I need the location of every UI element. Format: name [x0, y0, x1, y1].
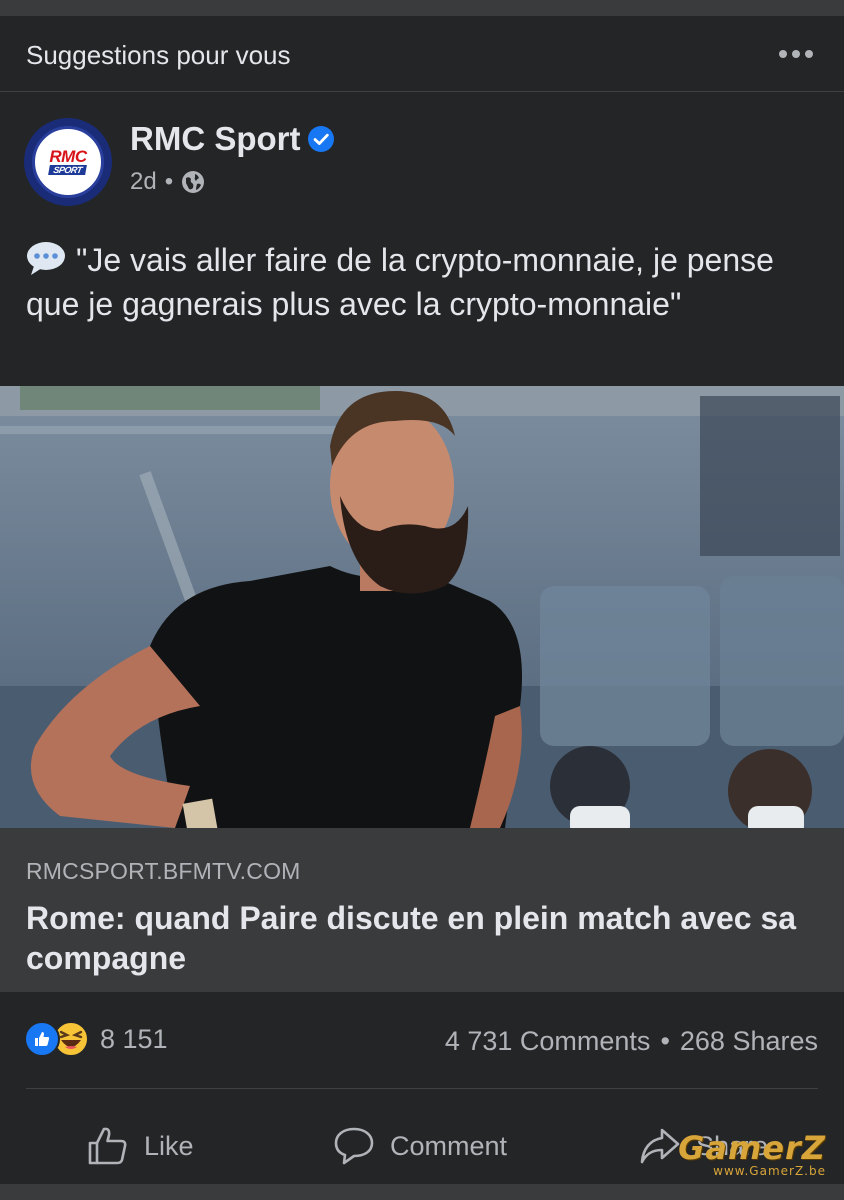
like-label: Like [144, 1130, 194, 1161]
speech-balloon-icon [27, 242, 65, 275]
post-body: "Je vais aller faire de la crypto-monnai… [26, 242, 774, 322]
actions-divider [26, 1088, 818, 1089]
page-name-row: RMC Sport [130, 120, 335, 158]
watermark-main: GamerZ [678, 1129, 826, 1167]
globe-icon[interactable] [181, 170, 205, 194]
link-preview[interactable]: RMCSPORT.BFMTV.COM Rome: quand Paire dis… [0, 828, 844, 992]
like-reaction-icon [24, 1021, 60, 1057]
post-timestamp[interactable]: 2d [130, 168, 157, 196]
tennis-player-photo [0, 386, 844, 828]
page-name[interactable]: RMC Sport [130, 120, 300, 158]
link-title: Rome: quand Paire discute en plein match… [26, 900, 797, 976]
reactions-summary[interactable]: 8 151 [24, 1020, 168, 1058]
comments-count[interactable]: 4 731 Comments [445, 1026, 651, 1057]
more-options-button[interactable] [776, 46, 816, 62]
share-arrow-icon [640, 1128, 680, 1164]
rmc-sport-logo: RMC SPORT [32, 126, 104, 198]
meta-separator: • [164, 168, 174, 195]
post-card: Suggestions pour vous RMC SPORT RMC Spor… [0, 16, 844, 1184]
engagement-stats: 8 151 4 731 Comments • 268 Shares [0, 1014, 844, 1066]
reaction-count: 8 151 [100, 1023, 168, 1054]
post-text: "Je vais aller faire de la crypto-monnai… [26, 238, 806, 326]
bottom-separator [0, 1184, 844, 1200]
stats-separator: • [660, 1026, 670, 1056]
thumbs-up-icon [88, 1127, 127, 1165]
top-separator [0, 0, 844, 16]
comment-bubble-icon [334, 1127, 374, 1165]
comments-shares-summary: 4 731 Comments • 268 Shares [445, 1026, 818, 1057]
comment-label: Comment [390, 1130, 508, 1161]
suggestions-header: Suggestions pour vous [0, 16, 844, 92]
link-domain: RMCSPORT.BFMTV.COM [26, 858, 301, 884]
like-button[interactable]: Like [86, 1124, 194, 1168]
ellipsis-icon [779, 50, 787, 58]
gamerz-watermark: GamerZ www.GamerZ.be [678, 1132, 826, 1178]
comment-button[interactable]: Comment [332, 1124, 507, 1168]
suggestions-title: Suggestions pour vous [26, 40, 291, 70]
post-meta: 2d • [130, 168, 205, 196]
shares-count[interactable]: 268 Shares [680, 1026, 818, 1057]
post-photo[interactable] [0, 386, 844, 828]
verified-badge-icon [308, 126, 335, 152]
page-avatar[interactable]: RMC SPORT [24, 118, 112, 206]
